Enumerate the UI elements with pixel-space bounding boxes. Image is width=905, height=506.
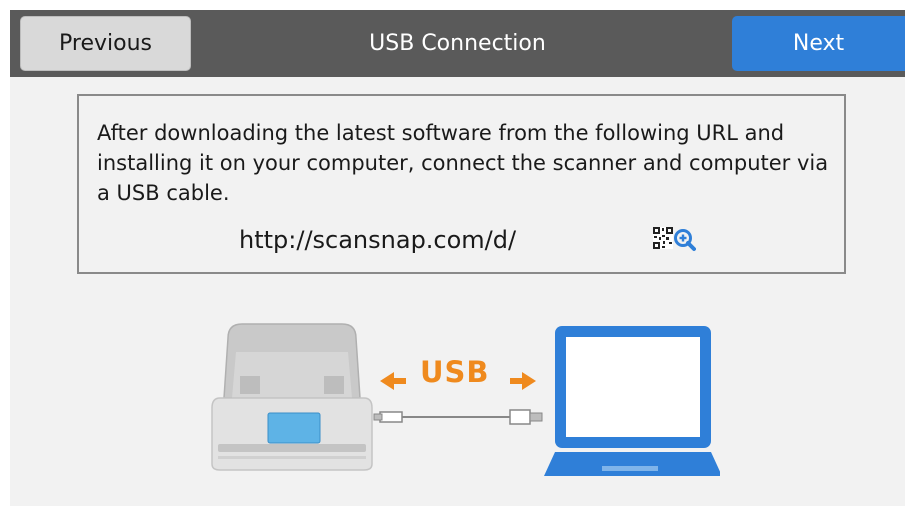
usb-connection-illustration: [211, 323, 720, 476]
usb-cable-icon: [373, 409, 543, 425]
instruction-text: After downloading the latest software fr…: [97, 121, 829, 205]
laptop-icon: [544, 326, 720, 476]
info-box: After downloading the latest software fr…: [77, 94, 846, 274]
arrow-left-icon: [380, 372, 406, 390]
usb-label: USB: [420, 355, 490, 389]
usb-connection-screen: USB Connection Previous Next After downl…: [10, 10, 905, 506]
header-bar: USB Connection Previous Next: [10, 10, 905, 77]
next-button[interactable]: Next: [732, 16, 905, 71]
arrow-right-icon: [510, 372, 536, 390]
qr-code-zoom-icon[interactable]: [652, 224, 696, 254]
previous-button[interactable]: Previous: [20, 16, 191, 71]
download-url: http://scansnap.com/d/: [239, 226, 517, 254]
scanner-icon: [211, 323, 373, 471]
